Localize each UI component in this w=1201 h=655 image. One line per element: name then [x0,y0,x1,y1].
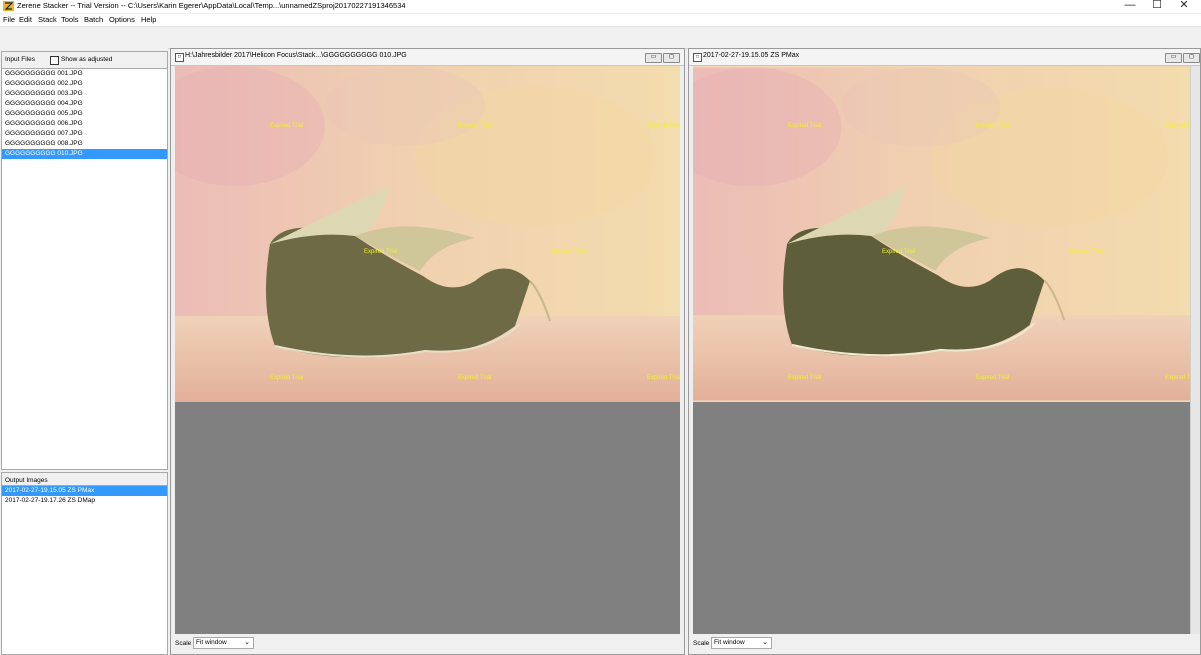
watermark: Expired Trial [1165,375,1193,381]
output-images-label: Output Images [5,477,48,484]
input-files-list[interactable]: GGGGGGGGGG 001.JPG GGGGGGGGGG 002.JPG GGGG… [1,68,168,470]
watermark: Expired Trial [647,375,680,381]
watermark: Expired Trial [1165,123,1193,129]
watermark: Expired Trial [458,123,492,129]
watermark: Expired Trial [458,375,492,381]
window-title: Zerene Stacker -- Trial Version -- C:\Us… [17,1,406,10]
menu-file[interactable]: File [3,15,15,25]
source-image-window[interactable]: □ H:\Jahresbilder 2017\Helicon Focus\Sta… [170,48,685,655]
vertical-scrollbar[interactable] [1190,66,1200,634]
left-panel: Input Files Show as adjusted GGGGGGGGGG … [0,48,168,655]
show-adjusted-label[interactable]: Show as adjusted [61,56,112,63]
output-photo [693,66,1193,402]
menu-tools[interactable]: Tools [61,15,79,25]
source-photo [175,66,680,402]
list-item[interactable]: GGGGGGGGGG 004.JPG [2,99,167,109]
toolbar-area [0,26,1201,49]
source-image-title: H:\Jahresbilder 2017\Helicon Focus\Stack… [185,52,407,59]
watermark: Expired Trial [1070,249,1104,255]
chevron-down-icon: ⌄ [244,639,250,646]
watermark: Expired Trial [788,123,822,129]
list-item[interactable]: 2017-02-27-19.17.26 ZS DMap [2,496,167,506]
watermark: Expired Trial [270,375,304,381]
frame-icon: □ [175,53,184,62]
chevron-down-icon: ⌄ [762,639,768,646]
scale-dropdown[interactable]: Fit window ⌄ [193,637,254,649]
output-image-viewport[interactable]: Expired Trial Expired Trial Expired Tria… [693,66,1193,634]
source-scale-bar: Scale Fit window ⌄ [171,634,684,654]
source-image-titlebar: □ H:\Jahresbilder 2017\Helicon Focus\Sta… [171,49,684,66]
list-item[interactable]: GGGGGGGGGG 008.JPG [2,139,167,149]
close-button[interactable]: ✕ [1173,0,1195,12]
list-item[interactable]: GGGGGGGGGG 005.JPG [2,109,167,119]
menu-stack[interactable]: Stack [38,15,57,25]
scale-label: Scale [175,640,192,647]
list-item[interactable]: GGGGGGGGGG 002.JPG [2,79,167,89]
output-scale-bar: Scale Fit window ⌄ [689,634,1200,654]
watermark: Expired Trial [647,123,680,129]
leaf-photo-image [693,67,1193,401]
list-item[interactable]: GGGGGGGGGG 007.JPG [2,129,167,139]
list-item[interactable]: GGGGGGGGGG 006.JPG [2,119,167,129]
scale-value: Fit window [196,639,227,646]
menu-bar: File Edit Stack Tools Batch Options Help [0,14,1201,26]
watermark: Expired Trial [788,375,822,381]
input-files-header: Input Files Show as adjusted [1,51,168,68]
minimize-button[interactable]: — [1119,0,1141,12]
minimize-view-button[interactable]: ▭ [1165,53,1182,63]
frame-icon: □ [693,53,702,62]
menu-help[interactable]: Help [141,15,156,25]
menu-batch[interactable]: Batch [84,15,103,25]
menu-options[interactable]: Options [109,15,135,25]
watermark: Expired Trial [270,123,304,129]
list-item[interactable]: GGGGGGGGGG 003.JPG [2,89,167,99]
maximize-view-button[interactable]: ◻ [663,53,680,63]
scale-value: Fit window [714,639,745,646]
list-item[interactable]: GGGGGGGGGG 001.JPG [2,69,167,79]
maximize-button[interactable]: ☐ [1146,0,1168,12]
watermark: Expired Trial [552,249,586,255]
zerene-app-icon [3,1,14,11]
list-item[interactable]: GGGGGGGGGG 010.JPG [2,149,167,159]
title-bar: Zerene Stacker -- Trial Version -- C:\Us… [0,0,1201,13]
minimize-view-button[interactable]: ▭ [645,53,662,63]
scale-dropdown[interactable]: Fit window ⌄ [711,637,772,649]
source-image-viewport[interactable]: Expired Trial Expired Trial Expired Tria… [175,66,680,634]
watermark: Expired Trial [882,249,916,255]
output-images-list[interactable]: 2017-02-27-19.15.05 ZS PMax 2017-02-27-19… [1,485,168,655]
output-image-titlebar: □ 2017-02-27-19.15.05 ZS PMax ▭ ◻ [689,49,1200,66]
scale-label: Scale [693,640,710,647]
show-adjusted-checkbox[interactable] [50,56,59,65]
input-files-label: Input Files [5,56,35,63]
watermark: Expired Trial [364,249,398,255]
output-image-window[interactable]: □ 2017-02-27-19.15.05 ZS PMax ▭ ◻ Expire… [688,48,1201,655]
output-image-title: 2017-02-27-19.15.05 ZS PMax [703,52,800,59]
leaf-photo-image [175,66,680,402]
menu-edit[interactable]: Edit [19,15,32,25]
watermark: Expired Trial [976,375,1010,381]
list-item[interactable]: 2017-02-27-19.15.05 ZS PMax [2,486,167,496]
watermark: Expired Trial [976,123,1010,129]
maximize-view-button[interactable]: ◻ [1183,53,1200,63]
